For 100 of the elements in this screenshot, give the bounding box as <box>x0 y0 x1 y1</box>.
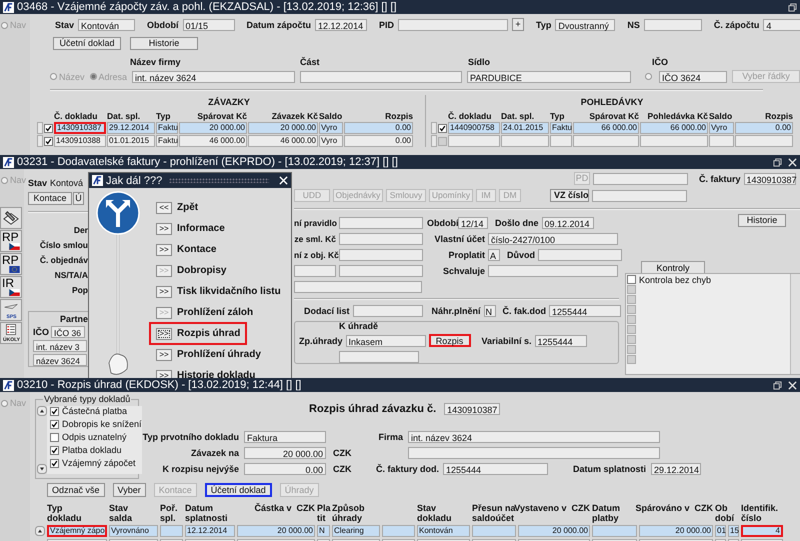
text-field[interactable]: Inkasem <box>346 334 426 346</box>
restore-icon[interactable] <box>788 2 797 12</box>
arrow-button[interactable]: >> <box>156 244 172 256</box>
text-field[interactable] <box>538 248 622 260</box>
text-field[interactable]: 0.00 <box>244 462 326 474</box>
checkbox[interactable] <box>627 345 636 354</box>
menu-option-label[interactable]: Rozpis úhrad <box>177 328 240 339</box>
checkbox[interactable] <box>627 315 636 324</box>
checkbox[interactable] <box>50 406 59 416</box>
restore-icon[interactable] <box>773 380 782 390</box>
arrow-button[interactable]: >> <box>156 286 172 298</box>
text-field[interactable]: 12.12.2014 <box>315 18 368 30</box>
checkbox-label[interactable]: Částečná platba <box>62 406 128 416</box>
menu-option-label[interactable]: Tisk likvidačního listu <box>177 286 281 297</box>
text-field[interactable]: 1255444 <box>443 462 548 474</box>
checkbox-label[interactable]: Vzájemný zápočet <box>62 458 136 468</box>
text-field[interactable]: Faktura <box>244 430 326 442</box>
text-field[interactable]: N <box>484 304 496 316</box>
vz-button[interactable]: VZ číslo <box>550 189 589 202</box>
text-field[interactable]: název 3624 <box>33 354 87 366</box>
toolbar-button[interactable]: RP <box>0 230 22 252</box>
menu-option-label[interactable]: Prohlížení úhrady <box>177 349 261 360</box>
text-field[interactable] <box>339 216 423 228</box>
text-field[interactable] <box>339 248 423 260</box>
text-field[interactable]: číslo-2427/0100 <box>488 232 618 244</box>
checkbox[interactable] <box>438 124 447 132</box>
text-field[interactable]: PARDUBICE <box>467 70 632 82</box>
toolbar-button[interactable]: RP <box>0 253 22 275</box>
text-field[interactable]: Dvoustranný <box>555 18 616 30</box>
action-button[interactable]: Odznač vše <box>47 483 105 497</box>
checkbox[interactable] <box>627 305 636 314</box>
checkbox[interactable] <box>627 335 636 344</box>
text-field[interactable]: A <box>488 248 500 260</box>
text-field[interactable]: 29.12.2014 <box>651 462 702 474</box>
menu-option-label[interactable]: Historie dokladu <box>177 370 256 378</box>
checkbox[interactable] <box>627 295 636 304</box>
text-field[interactable]: 1255444 <box>549 304 622 316</box>
text-field[interactable] <box>352 304 423 316</box>
arrow-button[interactable]: >> <box>156 370 172 378</box>
menu-option-label[interactable]: Kontace <box>177 244 216 255</box>
checkbox-label[interactable]: Platba dokladu <box>62 445 122 455</box>
menu-option-label[interactable]: Zpět <box>177 202 198 213</box>
checkbox[interactable] <box>627 355 636 364</box>
text-field[interactable] <box>300 70 462 82</box>
close-icon[interactable] <box>788 380 797 390</box>
text-field[interactable] <box>294 280 422 292</box>
text-field[interactable]: 12/14 <box>458 216 488 228</box>
close-icon[interactable] <box>788 158 797 166</box>
text-field[interactable] <box>408 446 660 458</box>
text-field[interactable] <box>339 264 423 276</box>
text-field[interactable]: int. název 3624 <box>408 430 660 442</box>
toolbar-button[interactable] <box>0 207 22 229</box>
checkbox[interactable] <box>50 432 59 442</box>
checkbox[interactable] <box>627 285 636 294</box>
text-field[interactable] <box>398 18 508 30</box>
action-button[interactable]: Kontace <box>28 192 72 205</box>
text-field[interactable]: IČO 36 <box>51 326 86 338</box>
text-field[interactable]: 1430910387 <box>744 172 796 184</box>
checkbox[interactable] <box>44 136 53 146</box>
scroll-up-button[interactable] <box>37 406 47 416</box>
checkbox[interactable] <box>50 446 59 454</box>
text-field[interactable]: 09.12.2014 <box>542 216 594 228</box>
text-field[interactable]: int. název 3 <box>33 340 87 352</box>
action-button[interactable]: Ú <box>73 192 84 205</box>
checkbox-label[interactable]: Dobropis ke snížení <box>62 419 142 429</box>
arrow-button[interactable]: >> <box>156 348 172 360</box>
text-field[interactable]: Kontován <box>78 18 136 30</box>
tab[interactable]: Kontroly <box>641 261 705 273</box>
toolbar-button[interactable]: IR <box>0 276 22 298</box>
scroll-down-button[interactable] <box>37 464 47 474</box>
text-field[interactable]: 20 000.00 <box>244 446 326 458</box>
action-button[interactable]: Účetní doklad <box>204 483 272 497</box>
text-field[interactable] <box>488 264 618 276</box>
scroll-up-button[interactable] <box>35 526 45 536</box>
checkbox-label[interactable]: Odpis uznatelný <box>62 432 127 442</box>
checkbox[interactable] <box>50 420 59 428</box>
checkbox[interactable] <box>438 136 447 146</box>
checkbox[interactable] <box>50 458 59 468</box>
action-button[interactable]: Vyber <box>112 483 146 497</box>
text-field[interactable] <box>592 190 687 202</box>
checkbox[interactable] <box>627 275 636 284</box>
arrow-button[interactable]: << <box>156 202 172 214</box>
text-field[interactable]: int. název 3624 <box>132 70 296 82</box>
text-field[interactable]: IČO 3624 <box>659 70 728 82</box>
arrow-button[interactable]: >> <box>156 328 172 340</box>
checkbox[interactable] <box>627 325 636 334</box>
text-field[interactable]: 1430910387 <box>444 403 500 415</box>
text-field[interactable] <box>644 18 702 30</box>
text-field[interactable] <box>294 264 336 276</box>
action-button[interactable]: Účetní doklad <box>53 37 121 50</box>
scrollbar[interactable] <box>790 274 800 374</box>
text-field[interactable] <box>593 172 688 184</box>
text-field[interactable]: 4 <box>763 18 800 30</box>
rozpis-button[interactable]: Rozpis <box>428 334 471 347</box>
text-field[interactable] <box>339 232 423 244</box>
restore-icon[interactable] <box>773 158 782 166</box>
history-button[interactable]: Historie <box>738 214 786 227</box>
add-button[interactable]: + <box>512 18 524 31</box>
action-button[interactable]: Historie <box>130 37 198 50</box>
text-field[interactable]: 1255444 <box>534 334 587 346</box>
